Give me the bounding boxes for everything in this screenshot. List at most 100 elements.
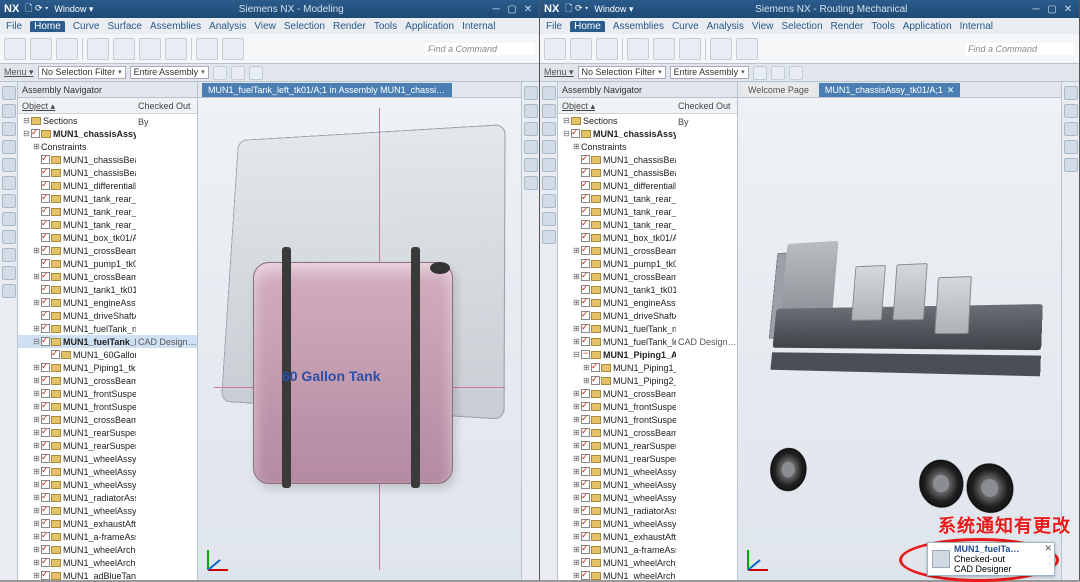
expand-icon[interactable]: ⊞: [572, 298, 581, 307]
expand-icon[interactable]: ⊞: [32, 376, 41, 385]
checkbox[interactable]: [581, 467, 590, 476]
expand-icon[interactable]: ⊞: [32, 480, 41, 489]
ribbon-tab[interactable]: Internal: [960, 21, 993, 32]
rail-icon[interactable]: [542, 212, 556, 226]
menu-button[interactable]: Menu ▾: [544, 67, 574, 78]
minimize-icon[interactable]: ─: [489, 3, 503, 15]
command-search[interactable]: Find a Command: [425, 43, 535, 55]
tree-row[interactable]: MUN1_tank_rear_1_tk01/A…: [558, 218, 737, 231]
checkbox[interactable]: [41, 181, 50, 190]
checkbox[interactable]: [41, 168, 50, 177]
checkbox[interactable]: [581, 350, 590, 359]
ribbon-button[interactable]: [736, 38, 758, 60]
viewport-3d-right[interactable]: [738, 98, 1061, 580]
checkbox[interactable]: [581, 181, 590, 190]
tree-row[interactable]: MUN1_chassisBeam_right_…: [18, 166, 197, 179]
rail-icon[interactable]: [1064, 140, 1078, 154]
selection-filter-dropdown[interactable]: No Selection Filter: [38, 66, 126, 79]
checkbox[interactable]: [41, 363, 50, 372]
ribbon-button[interactable]: [56, 38, 78, 60]
tree-row[interactable]: ⊟Sections: [558, 114, 737, 127]
ribbon-button[interactable]: [196, 38, 218, 60]
close-icon[interactable]: ✕: [1061, 3, 1075, 15]
expand-icon[interactable]: ⊞: [32, 441, 41, 450]
checkbox[interactable]: [41, 207, 50, 216]
selection-scope-dropdown[interactable]: Entire Assembly: [670, 66, 749, 79]
maximize-icon[interactable]: ▢: [1045, 3, 1059, 15]
tree-row[interactable]: ⊞MUN1_exhaustAftertreat…: [558, 530, 737, 543]
checkbox[interactable]: [581, 389, 590, 398]
ribbon-tab[interactable]: Home: [30, 21, 65, 32]
minimize-icon[interactable]: ─: [1029, 3, 1043, 15]
tree-row[interactable]: ⊞MUN1_wheelAssy_front_t…: [558, 478, 737, 491]
tree-row[interactable]: ⊞Constraints: [18, 140, 197, 153]
expand-icon[interactable]: ⊞: [32, 558, 41, 567]
checkbox[interactable]: [581, 220, 590, 229]
rail-icon[interactable]: [2, 248, 16, 262]
tree-row[interactable]: ⊞MUN1_fuelTank_right_tk1…: [18, 322, 197, 335]
tree-row[interactable]: ⊞MUN1_crossBeam_mid_t…: [558, 426, 737, 439]
expand-icon[interactable]: ⊞: [572, 493, 581, 502]
rail-icon[interactable]: [2, 212, 16, 226]
checkbox[interactable]: [41, 428, 50, 437]
ribbon-tab[interactable]: File: [6, 21, 22, 32]
checkbox[interactable]: [581, 272, 590, 281]
selection-tool[interactable]: [789, 66, 803, 80]
tree-row[interactable]: ⊞MUN1_Piping1_tk01/…: [18, 361, 197, 374]
ribbon-button[interactable]: [4, 38, 26, 60]
checkbox[interactable]: [41, 155, 50, 164]
checkbox[interactable]: [41, 506, 50, 515]
tree-row[interactable]: ⊞MUN1_wheelArch_rear_tk…: [558, 556, 737, 569]
ribbon-tab[interactable]: Surface: [108, 21, 142, 32]
expand-icon[interactable]: ⊞: [572, 441, 581, 450]
rail-icon[interactable]: [542, 86, 556, 100]
ribbon-tab[interactable]: Render: [333, 21, 366, 32]
expand-icon[interactable]: ⊞: [572, 480, 581, 489]
ribbon-tab[interactable]: Curve: [672, 21, 699, 32]
checkbox[interactable]: [41, 220, 50, 229]
tree-row[interactable]: ⊞MUN1_fuelTank_left_tk…CAD Designer (ca…: [558, 335, 737, 348]
ribbon-tab[interactable]: Assemblies: [150, 21, 201, 32]
rail-icon[interactable]: [524, 104, 538, 118]
viewport-tab-welcome[interactable]: Welcome Page: [742, 83, 815, 97]
checkbox[interactable]: [41, 272, 50, 281]
checkbox[interactable]: [41, 519, 50, 528]
tree-row[interactable]: ⊞MUN1_crossBeam_rear_tk…: [18, 244, 197, 257]
rail-icon[interactable]: [2, 176, 16, 190]
expand-icon[interactable]: ⊞: [582, 363, 591, 372]
ribbon-button[interactable]: [710, 38, 732, 60]
tree-row[interactable]: ⊞MUN1_crossBeam_tk01/…: [558, 270, 737, 283]
ribbon-tab[interactable]: Curve: [73, 21, 100, 32]
checkbox[interactable]: [41, 467, 50, 476]
tree-row[interactable]: ⊞MUN1_engineAssy_tk01/…: [558, 296, 737, 309]
ribbon-button[interactable]: [87, 38, 109, 60]
rail-icon[interactable]: [2, 266, 16, 280]
expand-icon[interactable]: ⊞: [572, 454, 581, 463]
ribbon-tab[interactable]: Analysis: [209, 21, 246, 32]
tree-row[interactable]: ⊞MUN1_wheelAssy_dualW…: [558, 465, 737, 478]
expand-icon[interactable]: ⊞: [572, 142, 581, 151]
expand-icon[interactable]: ⊞: [572, 272, 581, 281]
tree-row[interactable]: ⊞MUN1_crossBeam_front_t…: [18, 374, 197, 387]
expand-icon[interactable]: ⊞: [572, 467, 581, 476]
window-dropdown[interactable]: Window ▾: [54, 4, 93, 15]
tree-row[interactable]: MUN1_pump1_tk01/A;1: [18, 257, 197, 270]
rail-icon[interactable]: [2, 230, 16, 244]
checkbox[interactable]: [581, 506, 590, 515]
tree-row[interactable]: ⊞MUN1_crossBeam_rear_tk…: [558, 244, 737, 257]
tree-row[interactable]: ⊞Constraints: [558, 140, 737, 153]
menu-button[interactable]: Menu ▾: [4, 67, 34, 78]
rail-icon[interactable]: [1064, 122, 1078, 136]
navigator-tree-left[interactable]: ⊟Sections⊟MUN1_chassisAssy_tk01/A;1…⊞Con…: [18, 114, 197, 580]
checkbox[interactable]: [41, 324, 50, 333]
expand-icon[interactable]: ⊟: [32, 337, 41, 346]
selection-tool[interactable]: [213, 66, 227, 80]
ribbon-tab[interactable]: Internal: [462, 21, 495, 32]
expand-icon[interactable]: ⊞: [32, 402, 41, 411]
expand-icon[interactable]: ⊞: [572, 337, 581, 346]
tree-row[interactable]: ⊞MUN1_wheelArch_rear_tk…: [18, 556, 197, 569]
navigator-tree-right[interactable]: ⊟Sections⊟MUN1_chassisAssy_tk01/A;…⊞Cons…: [558, 114, 737, 580]
tree-row[interactable]: MUN1_tank_rear_2_tk01/A…: [558, 205, 737, 218]
ribbon-tab[interactable]: Assemblies: [613, 21, 664, 32]
tree-row[interactable]: ⊞MUN1_rearSuspensionA…: [18, 426, 197, 439]
